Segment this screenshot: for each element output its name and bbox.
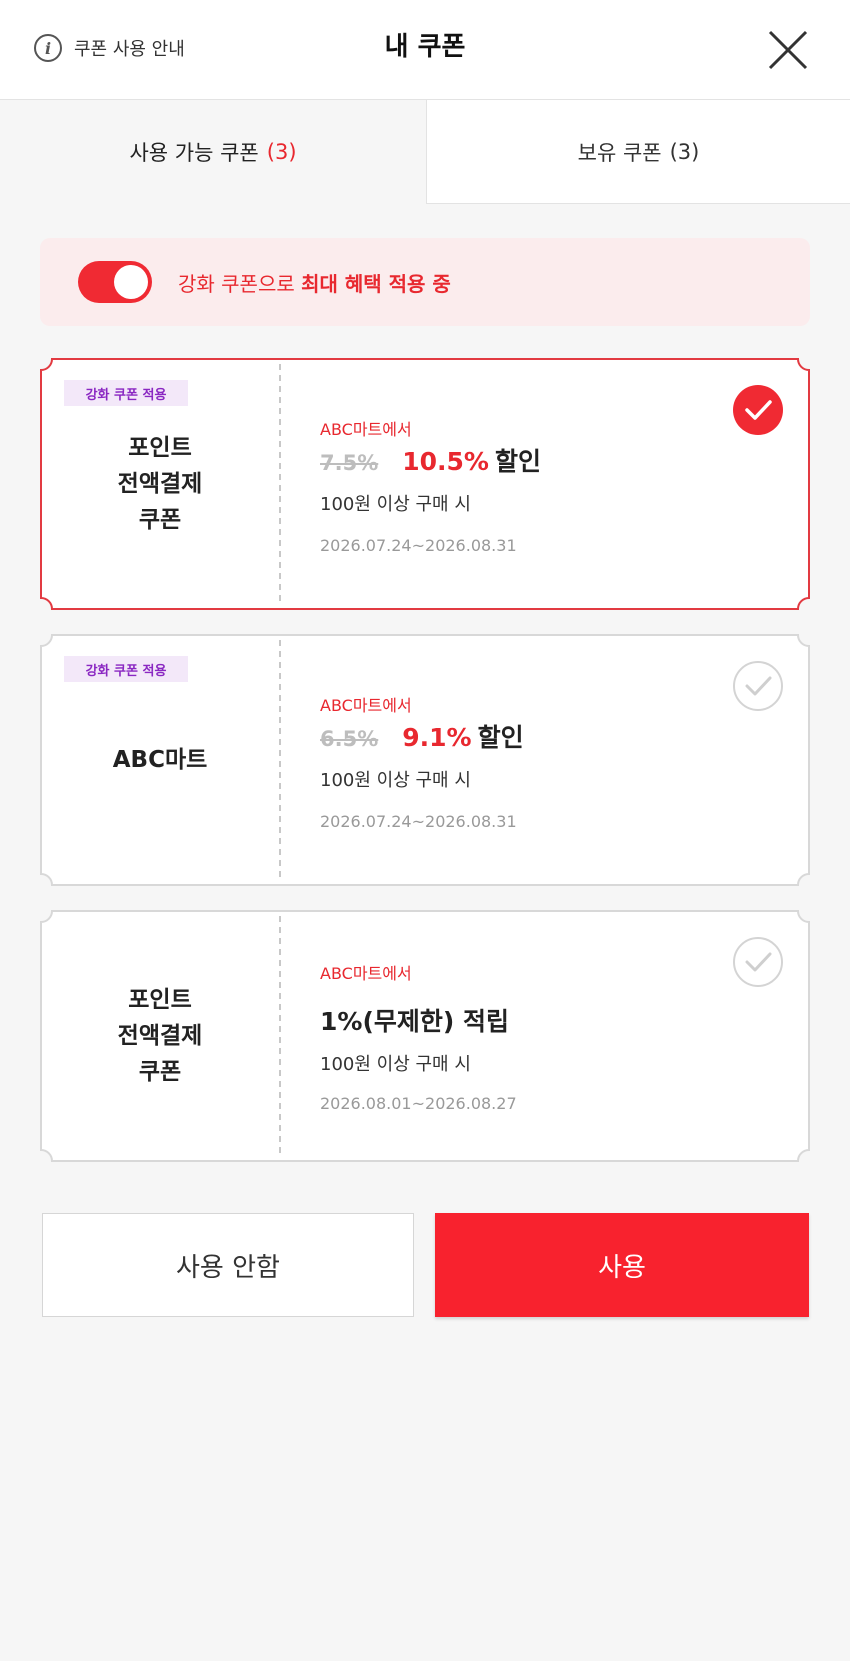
coupon-card[interactable]: 포인트 전액결제 쿠폰 ABC마트에서 1%(무제한) 적립 100원 이상 구… <box>40 910 810 1162</box>
close-button[interactable] <box>766 28 810 72</box>
coupon-period: 2026.08.01~2026.08.27 <box>320 1094 517 1113</box>
boost-banner: 강화 쿠폰으로 최대 혜택 적용 중 <box>40 238 810 326</box>
coupon-card[interactable]: 강화 쿠폰 적용 ABC마트 ABC마트에서 6.5% 9.1% 할인 100원… <box>40 634 810 886</box>
old-rate: 6.5% <box>320 727 379 751</box>
benefit: 1%(무제한) 적립 <box>320 1007 509 1036</box>
boost-toggle[interactable] <box>78 261 152 303</box>
coupon-check[interactable] <box>732 660 784 712</box>
tab-label: 보유 쿠폰 <box>577 140 662 165</box>
header: i 쿠폰 사용 안내 내 쿠폰 <box>0 0 850 100</box>
tab-count: (3) <box>266 140 297 164</box>
coupon-period: 2026.07.24~2026.08.31 <box>320 812 517 831</box>
old-rate: 7.5% <box>320 451 379 475</box>
coupon-store: ABC마트에서 <box>320 420 412 439</box>
benefit: 할인 <box>477 723 524 752</box>
close-icon <box>768 30 808 70</box>
coupon-store: ABC마트에서 <box>320 696 412 715</box>
coupon-store: ABC마트에서 <box>320 964 412 983</box>
new-rate: 9.1% <box>402 723 472 752</box>
new-rate: 10.5% <box>402 447 489 476</box>
check-circle-icon <box>733 661 783 711</box>
coupon-details: ABC마트에서 7.5% 10.5% 할인 100원 이상 구매 시 2026.… <box>320 358 740 610</box>
banner-text: 강화 쿠폰으로 최대 혜택 적용 중 <box>178 268 451 297</box>
benefit: 할인 <box>494 447 541 476</box>
cancel-button[interactable]: 사용 안함 <box>42 1213 414 1317</box>
tab-available-coupons[interactable]: 사용 가능 쿠폰 (3) <box>0 100 426 204</box>
discount-line: 6.5% 9.1% 할인 <box>320 718 524 754</box>
coupon-condition: 100원 이상 구매 시 <box>320 494 471 515</box>
page-title: 내 쿠폰 <box>384 32 466 62</box>
tab-label: 사용 가능 쿠폰 <box>129 141 259 165</box>
coupon-details: ABC마트에서 1%(무제한) 적립 100원 이상 구매 시 2026.08.… <box>320 910 740 1162</box>
banner-text-prefix: 강화 쿠폰으로 <box>178 271 302 296</box>
coupon-details: ABC마트에서 6.5% 9.1% 할인 100원 이상 구매 시 2026.0… <box>320 634 740 886</box>
tab-count: (3) <box>669 139 700 164</box>
coupon-period: 2026.07.24~2026.08.31 <box>320 536 517 555</box>
discount-line: 1%(무제한) 적립 <box>320 1002 509 1038</box>
coupon-name: 포인트 전액결제 쿠폰 <box>117 435 203 533</box>
coupon-tabs: 사용 가능 쿠폰 (3) 보유 쿠폰 (3) <box>0 100 850 204</box>
coupon-name: 포인트 전액결제 쿠폰 <box>117 987 203 1085</box>
coupon-check[interactable] <box>732 936 784 988</box>
banner-text-bold: 최대 혜택 적용 중 <box>301 271 451 296</box>
coupon-condition: 100원 이상 구매 시 <box>320 1054 471 1075</box>
tab-owned-coupons[interactable]: 보유 쿠폰 (3) <box>426 100 850 204</box>
coupon-check[interactable] <box>732 384 784 436</box>
coupon-condition: 100원 이상 구매 시 <box>320 770 471 791</box>
use-button[interactable]: 사용 <box>435 1213 809 1317</box>
coupon-card[interactable]: 강화 쿠폰 적용 포인트 전액결제 쿠폰 ABC마트에서 7.5% 10.5% … <box>40 358 810 610</box>
discount-line: 7.5% 10.5% 할인 <box>320 442 541 478</box>
coupon-name: ABC마트 <box>112 747 208 773</box>
toggle-knob <box>114 265 148 299</box>
check-circle-icon <box>733 385 783 435</box>
check-circle-icon <box>733 937 783 987</box>
